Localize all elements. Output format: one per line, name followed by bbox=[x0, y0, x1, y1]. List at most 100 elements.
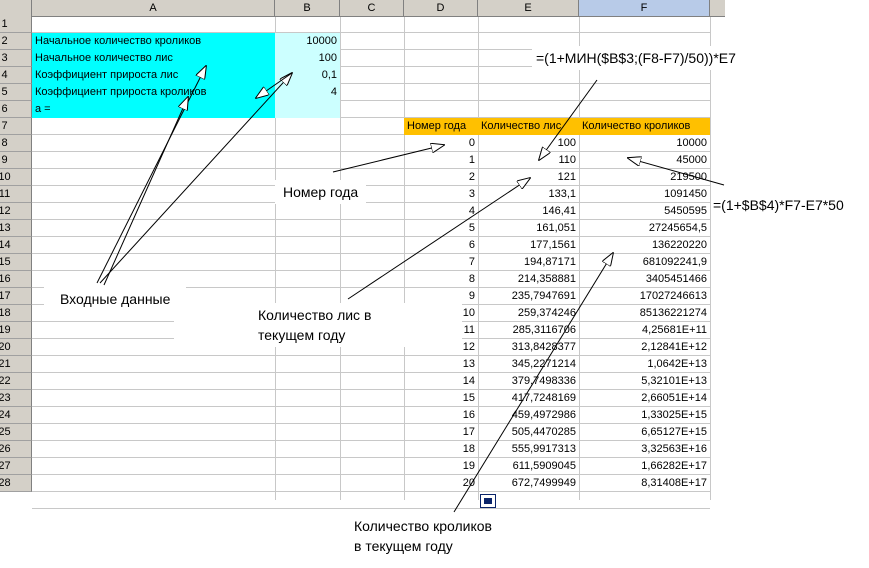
rabbits-cell[interactable]: 85136221274 bbox=[579, 305, 710, 322]
foxes-cell[interactable]: 555,9917313 bbox=[478, 441, 579, 458]
foxes-cell[interactable]: 177,1561 bbox=[478, 237, 579, 254]
row-header[interactable]: 8 bbox=[0, 135, 32, 152]
rabbits-cell[interactable]: 3405451466 bbox=[579, 271, 710, 288]
rabbits-cell[interactable]: 1,0642E+13 bbox=[579, 356, 710, 373]
rabbits-cell[interactable]: 1091450 bbox=[579, 186, 710, 203]
row-header[interactable]: 19 bbox=[0, 322, 32, 339]
foxes-cell[interactable]: 146,41 bbox=[478, 203, 579, 220]
year-cell[interactable]: 14 bbox=[404, 373, 478, 390]
input-label-cell[interactable]: Начальное количество кроликов bbox=[32, 33, 275, 50]
row-header[interactable]: 1 bbox=[0, 16, 32, 33]
column-header-g[interactable] bbox=[710, 0, 725, 17]
year-cell[interactable]: 5 bbox=[404, 220, 478, 237]
select-all-corner[interactable] bbox=[0, 0, 32, 17]
foxes-cell[interactable]: 417,7248169 bbox=[478, 390, 579, 407]
row-header[interactable]: 25 bbox=[0, 424, 32, 441]
rabbits-cell[interactable]: 1,66282E+17 bbox=[579, 458, 710, 475]
row-header[interactable]: 10 bbox=[0, 169, 32, 186]
row-header[interactable]: 9 bbox=[0, 152, 32, 169]
year-cell[interactable]: 4 bbox=[404, 203, 478, 220]
table-header-year[interactable]: Номер года bbox=[404, 118, 478, 135]
foxes-cell[interactable]: 313,8428377 bbox=[478, 339, 579, 356]
foxes-cell[interactable]: 259,374246 bbox=[478, 305, 579, 322]
rabbits-cell[interactable]: 4,25681E+11 bbox=[579, 322, 710, 339]
row-header[interactable]: 4 bbox=[0, 67, 32, 84]
foxes-cell[interactable]: 505,4470285 bbox=[478, 424, 579, 441]
year-cell[interactable]: 8 bbox=[404, 271, 478, 288]
foxes-cell[interactable]: 285,3116706 bbox=[478, 322, 579, 339]
year-cell[interactable]: 2 bbox=[404, 169, 478, 186]
row-header[interactable]: 27 bbox=[0, 458, 32, 475]
column-header-f[interactable]: F bbox=[579, 0, 710, 17]
year-cell[interactable]: 20 bbox=[404, 475, 478, 492]
foxes-cell[interactable]: 235,7947691 bbox=[478, 288, 579, 305]
foxes-cell[interactable]: 345,2271214 bbox=[478, 356, 579, 373]
input-label-cell[interactable]: Коэффициент прироста лис bbox=[32, 67, 275, 84]
row-header[interactable]: 13 bbox=[0, 220, 32, 237]
row-header[interactable]: 6 bbox=[0, 101, 32, 118]
rabbits-cell[interactable]: 1,33025E+15 bbox=[579, 407, 710, 424]
row-header[interactable]: 28 bbox=[0, 475, 32, 492]
rabbits-cell[interactable]: 27245654,5 bbox=[579, 220, 710, 237]
input-value-cell[interactable]: 100 bbox=[275, 50, 340, 67]
foxes-cell[interactable]: 100 bbox=[478, 135, 579, 152]
input-value-cell[interactable]: 10000 bbox=[275, 33, 340, 50]
foxes-cell[interactable]: 214,358881 bbox=[478, 271, 579, 288]
input-value-cell[interactable]: 4 bbox=[275, 84, 340, 101]
rabbits-cell[interactable]: 8,31408E+17 bbox=[579, 475, 710, 492]
year-cell[interactable]: 0 bbox=[404, 135, 478, 152]
rabbits-cell[interactable]: 17027246613 bbox=[579, 288, 710, 305]
column-header-e[interactable]: E bbox=[478, 0, 579, 17]
rabbits-cell[interactable]: 219500 bbox=[579, 169, 710, 186]
row-header[interactable]: 17 bbox=[0, 288, 32, 305]
row-header[interactable]: 24 bbox=[0, 407, 32, 424]
year-cell[interactable]: 13 bbox=[404, 356, 478, 373]
year-cell[interactable]: 17 bbox=[404, 424, 478, 441]
input-label-cell[interactable]: Начальное количество лис bbox=[32, 50, 275, 67]
column-header-b[interactable]: B bbox=[275, 0, 340, 17]
year-cell[interactable]: 1 bbox=[404, 152, 478, 169]
rabbits-cell[interactable]: 10000 bbox=[579, 135, 710, 152]
row-header[interactable]: 20 bbox=[0, 339, 32, 356]
row-header[interactable]: 23 bbox=[0, 390, 32, 407]
year-cell[interactable]: 19 bbox=[404, 458, 478, 475]
row-header[interactable]: 7 bbox=[0, 118, 32, 135]
row-header[interactable]: 5 bbox=[0, 84, 32, 101]
rabbits-cell[interactable]: 681092241,9 bbox=[579, 254, 710, 271]
row-header[interactable]: 16 bbox=[0, 271, 32, 288]
row-header[interactable]: 2 bbox=[0, 33, 32, 50]
column-header-a[interactable]: A bbox=[32, 0, 275, 17]
year-cell[interactable]: 15 bbox=[404, 390, 478, 407]
row-header[interactable]: 22 bbox=[0, 373, 32, 390]
rabbits-cell[interactable]: 45000 bbox=[579, 152, 710, 169]
foxes-cell[interactable]: 161,051 bbox=[478, 220, 579, 237]
input-label-cell[interactable]: a = bbox=[32, 101, 275, 118]
foxes-cell[interactable]: 110 bbox=[478, 152, 579, 169]
rabbits-cell[interactable]: 6,65127E+15 bbox=[579, 424, 710, 441]
input-value-cell[interactable]: 0,1 bbox=[275, 67, 340, 84]
autofill-options-button[interactable] bbox=[480, 494, 496, 508]
rabbits-cell[interactable]: 136220220 bbox=[579, 237, 710, 254]
year-cell[interactable]: 6 bbox=[404, 237, 478, 254]
year-cell[interactable]: 7 bbox=[404, 254, 478, 271]
row-header[interactable]: 18 bbox=[0, 305, 32, 322]
table-header-rabbits[interactable]: Количество кроликов bbox=[579, 118, 710, 135]
year-cell[interactable]: 16 bbox=[404, 407, 478, 424]
foxes-cell[interactable]: 133,1 bbox=[478, 186, 579, 203]
column-header-c[interactable]: C bbox=[340, 0, 404, 17]
row-header[interactable]: 11 bbox=[0, 186, 32, 203]
rabbits-cell[interactable]: 5450595 bbox=[579, 203, 710, 220]
year-cell[interactable]: 18 bbox=[404, 441, 478, 458]
foxes-cell[interactable]: 459,4972986 bbox=[478, 407, 579, 424]
foxes-cell[interactable]: 194,87171 bbox=[478, 254, 579, 271]
input-label-cell[interactable]: Коэффициент прироста кроликов bbox=[32, 84, 275, 101]
table-header-foxes[interactable]: Количество лис bbox=[478, 118, 579, 135]
row-header[interactable]: 12 bbox=[0, 203, 32, 220]
rabbits-cell[interactable]: 2,12841E+12 bbox=[579, 339, 710, 356]
foxes-cell[interactable]: 611,5909045 bbox=[478, 458, 579, 475]
rabbits-cell[interactable]: 5,32101E+13 bbox=[579, 373, 710, 390]
column-header-d[interactable]: D bbox=[404, 0, 478, 17]
row-header[interactable]: 21 bbox=[0, 356, 32, 373]
row-header[interactable]: 26 bbox=[0, 441, 32, 458]
foxes-cell[interactable]: 672,7499949 bbox=[478, 475, 579, 492]
